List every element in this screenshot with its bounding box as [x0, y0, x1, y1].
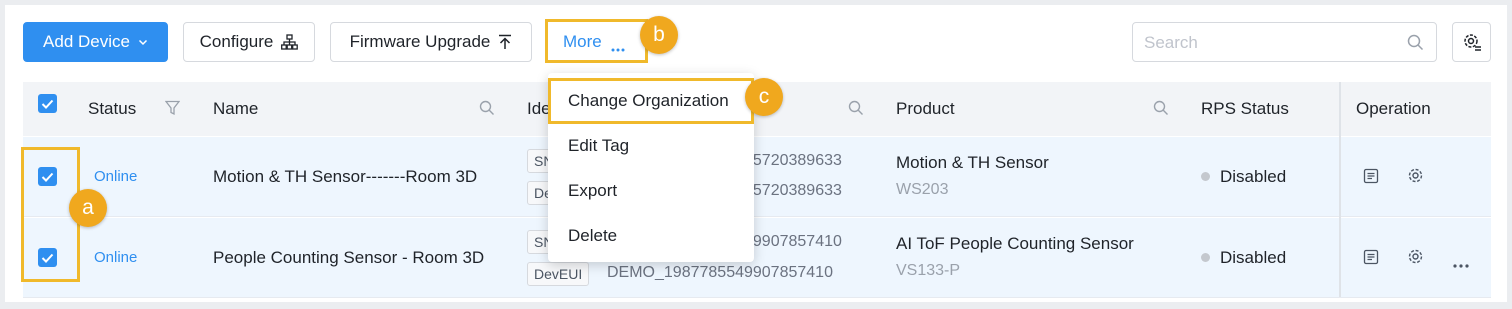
gear-icon[interactable] — [1407, 248, 1424, 270]
details-icon[interactable] — [1363, 249, 1379, 270]
header-operation: Operation — [1356, 99, 1431, 118]
device-name: People Counting Sensor - Room 3D — [213, 248, 485, 267]
rps-status: Disabled — [1220, 248, 1287, 267]
rps-status-dot — [1201, 172, 1210, 181]
status-online: Online — [94, 168, 138, 185]
firmware-upgrade-button[interactable]: Firmware Upgrade — [330, 22, 532, 62]
header-status: Status — [88, 99, 137, 118]
configure-label: Configure — [199, 32, 274, 51]
menu-item-delete[interactable]: Delete — [568, 226, 617, 246]
search-icon[interactable] — [1153, 100, 1169, 121]
deveui-tag: DevEUI — [527, 262, 590, 286]
highlight-box-change-organization — [548, 78, 754, 124]
more-actions-icon[interactable] — [1453, 255, 1469, 273]
search-icon[interactable] — [848, 100, 864, 121]
upload-arrow-icon — [498, 34, 512, 50]
product-name: AI ToF People Counting Sensor — [896, 234, 1134, 253]
product-model: WS203 — [896, 181, 949, 198]
gear-icon[interactable] — [1407, 167, 1424, 189]
rps-status: Disabled — [1220, 167, 1287, 186]
highlight-box-more — [545, 19, 648, 63]
callout-badge-a: a — [69, 189, 107, 227]
header-rps-status: RPS Status — [1201, 99, 1289, 118]
hierarchy-icon — [281, 34, 299, 50]
search-input[interactable]: Search — [1132, 22, 1437, 62]
configure-button[interactable]: Configure — [183, 22, 315, 62]
dev-eui: 45720389633 — [744, 182, 842, 199]
add-device-button[interactable]: Add Device — [23, 22, 168, 62]
chevron-down-icon — [138, 37, 148, 47]
filter-icon[interactable] — [164, 100, 181, 121]
search-icon[interactable] — [1407, 34, 1424, 56]
status-online: Online — [94, 249, 138, 266]
product-name: Motion & TH Sensor — [896, 153, 1049, 172]
gear-list-icon — [1462, 32, 1482, 52]
firmware-upgrade-label: Firmware Upgrade — [349, 32, 491, 51]
serial-number: 49907857410 — [744, 233, 842, 250]
header-product: Product — [896, 99, 955, 118]
serial-number: 45720389633 — [744, 152, 842, 169]
search-placeholder: Search — [1144, 33, 1198, 52]
menu-item-export[interactable]: Export — [568, 181, 617, 201]
details-icon[interactable] — [1363, 168, 1379, 189]
device-name: Motion & TH Sensor-------Room 3D — [213, 167, 478, 186]
rps-status-dot — [1201, 253, 1210, 262]
select-all-checkbox[interactable] — [38, 94, 57, 113]
search-icon[interactable] — [479, 100, 495, 121]
callout-badge-b: b — [640, 16, 678, 54]
menu-item-edit-tag[interactable]: Edit Tag — [568, 136, 629, 156]
header-name: Name — [213, 99, 259, 118]
callout-badge-c: c — [745, 78, 783, 116]
product-model: VS133-P — [896, 262, 961, 279]
operation-column-divider — [1339, 82, 1341, 297]
add-device-label: Add Device — [43, 32, 130, 51]
dev-eui: DEMO_1987785549907857410 — [607, 264, 833, 281]
column-settings-button[interactable] — [1452, 22, 1491, 62]
